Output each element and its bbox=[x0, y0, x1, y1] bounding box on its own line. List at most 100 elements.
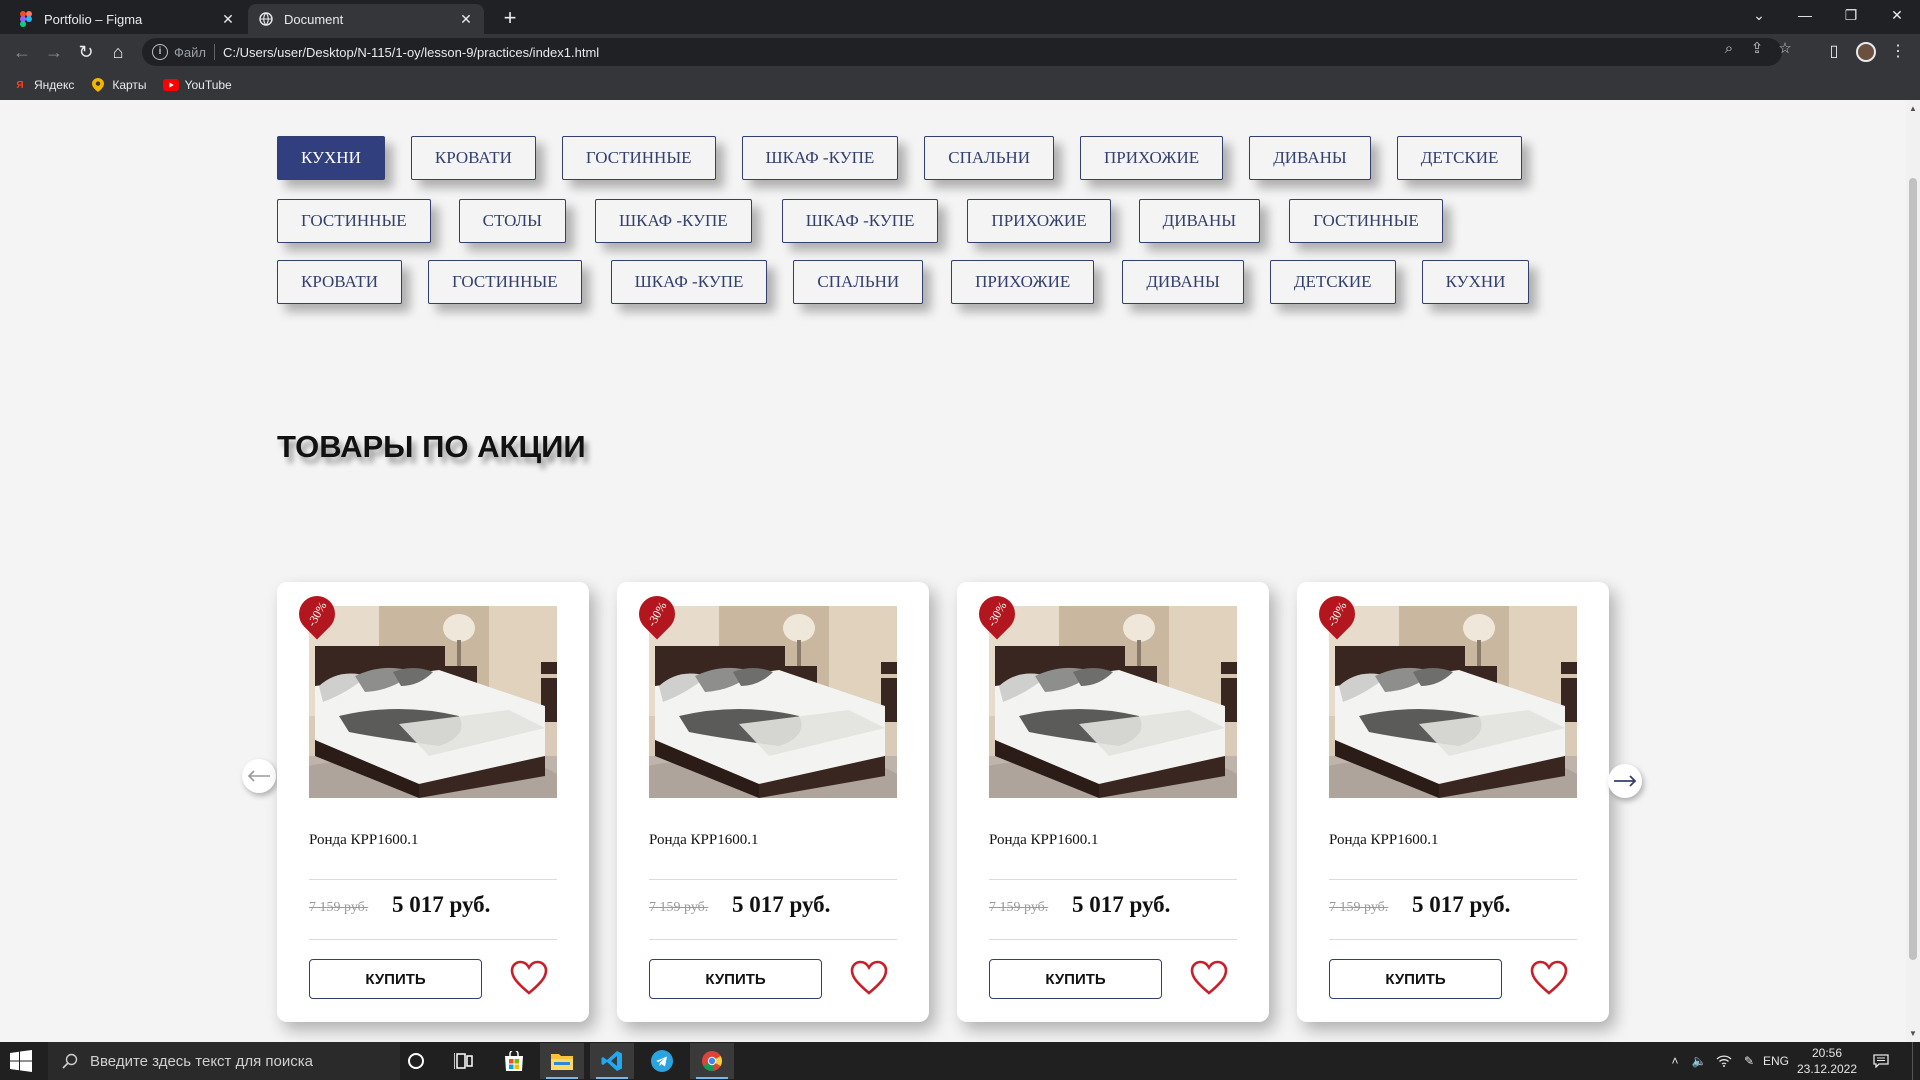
minimize-icon[interactable]: — bbox=[1782, 0, 1828, 30]
tab-document[interactable]: Document ✕ bbox=[248, 4, 484, 34]
restore-icon[interactable]: ❐ bbox=[1828, 0, 1874, 30]
product-image[interactable] bbox=[649, 606, 897, 798]
product-name[interactable]: Ронда КРР1600.1 bbox=[989, 832, 1098, 849]
taskbar-clock[interactable]: 20:56 23.12.2022 bbox=[1792, 1045, 1862, 1077]
section-title: ТОВАРЫ ПО АКЦИИ bbox=[277, 429, 586, 464]
category-button[interactable]: ШКАФ -КУПЕ bbox=[741, 136, 899, 180]
category-button[interactable]: КУХНИ bbox=[277, 136, 385, 180]
volume-icon[interactable]: 🔈 bbox=[1688, 1042, 1710, 1080]
close-tab-icon[interactable]: ✕ bbox=[220, 11, 236, 27]
network-icon[interactable] bbox=[1712, 1042, 1736, 1080]
scroll-down-icon[interactable]: ▼ bbox=[1909, 1029, 1917, 1038]
reload-icon[interactable]: ↻ bbox=[74, 40, 98, 64]
product-image[interactable] bbox=[989, 606, 1237, 798]
home-icon[interactable]: ⌂ bbox=[106, 40, 130, 64]
buy-button[interactable]: КУПИТЬ bbox=[1329, 959, 1502, 999]
forward-icon[interactable]: → bbox=[42, 40, 66, 64]
category-button[interactable]: СПАЛЬНИ bbox=[924, 136, 1055, 180]
old-price: 7 159 руб. bbox=[649, 900, 709, 915]
favorite-button[interactable] bbox=[1189, 960, 1229, 996]
category-row: КУХНИ КРОВАТИ ГОСТИННЫЕ ШКАФ -КУПЕ СПАЛЬНИ ПР… bbox=[277, 136, 1523, 180]
youtube-icon bbox=[162, 77, 179, 93]
category-button[interactable]: ГОСТИННЫЕ bbox=[561, 136, 716, 180]
new-tab-button[interactable]: + bbox=[497, 7, 523, 31]
chrome-icon[interactable] bbox=[690, 1043, 734, 1079]
carousel-next-button[interactable] bbox=[1608, 764, 1642, 798]
category-button[interactable]: ГОСТИННЫЕ bbox=[1289, 199, 1443, 243]
show-desktop-button[interactable] bbox=[1912, 1042, 1920, 1080]
file-explorer-icon[interactable] bbox=[540, 1043, 584, 1079]
task-view-icon[interactable] bbox=[442, 1043, 486, 1079]
url-text[interactable]: C:/Users/user/Desktop/N-115/1-oy/lesson-… bbox=[223, 45, 599, 60]
current-price: 5 017 руб. bbox=[732, 892, 831, 917]
carousel-prev-button[interactable] bbox=[242, 759, 276, 793]
product-card[interactable]: -30% Ронда КРР1600.1 7 159 руб. 5 017 ру… bbox=[277, 582, 589, 1022]
address-bar[interactable]: i Файл C:/Users/user/Desktop/N-115/1-oy/… bbox=[142, 38, 1782, 66]
favorite-button[interactable] bbox=[849, 960, 889, 996]
share-icon[interactable]: ⇪ bbox=[1748, 40, 1766, 58]
bookmark-yandex[interactable]: Я Яндекс bbox=[12, 77, 74, 93]
product-name[interactable]: Ронда КРР1600.1 bbox=[1329, 832, 1438, 849]
heart-icon[interactable] bbox=[509, 960, 549, 996]
side-panel-icon[interactable]: ▯ bbox=[1822, 40, 1846, 64]
windows-start-icon[interactable] bbox=[10, 1050, 32, 1072]
product-name[interactable]: Ронда КРР1600.1 bbox=[309, 832, 418, 849]
category-button[interactable]: ШКАФ -КУПЕ bbox=[781, 199, 939, 243]
buy-button[interactable]: КУПИТЬ bbox=[309, 959, 482, 999]
heart-icon[interactable] bbox=[849, 960, 889, 996]
buy-button[interactable]: КУПИТЬ bbox=[649, 959, 822, 999]
taskbar-search-box[interactable]: Введите здесь текст для поиска bbox=[48, 1042, 400, 1080]
store-icon[interactable] bbox=[492, 1043, 536, 1079]
category-button[interactable]: ДИВАНЫ bbox=[1138, 199, 1261, 243]
language-indicator[interactable]: ENG bbox=[1762, 1042, 1790, 1080]
product-card[interactable]: -30% Ронда КРР1600.1 7 159 руб. 5 017 ру… bbox=[617, 582, 929, 1022]
category-button[interactable]: ДЕТСКИЕ bbox=[1396, 136, 1523, 180]
product-card[interactable]: -30% Ронда КРР1600.1 7 159 руб. 5 017 ру… bbox=[957, 582, 1269, 1022]
category-button[interactable]: КУХНИ bbox=[1421, 260, 1530, 304]
cortana-icon[interactable] bbox=[394, 1043, 438, 1079]
buy-button[interactable]: КУПИТЬ bbox=[989, 959, 1162, 999]
category-button[interactable]: ДЕТСКИЕ bbox=[1269, 260, 1396, 304]
tab-portfolio-figma[interactable]: Portfolio – Figma ✕ bbox=[8, 4, 246, 34]
close-tab-icon[interactable]: ✕ bbox=[458, 11, 474, 27]
bookmark-youtube[interactable]: YouTube bbox=[162, 77, 232, 93]
category-button[interactable]: ГОСТИННЫЕ bbox=[428, 260, 582, 304]
back-icon[interactable]: ← bbox=[10, 40, 34, 64]
category-button[interactable]: ПРИХОЖИЕ bbox=[967, 199, 1111, 243]
tab-search-icon[interactable]: ⌄ bbox=[1736, 0, 1782, 30]
pen-workspace-icon[interactable]: ✎ bbox=[1738, 1042, 1760, 1080]
bookmark-maps[interactable]: Карты bbox=[90, 77, 147, 93]
product-image[interactable] bbox=[309, 606, 557, 798]
category-button[interactable]: ДИВАНЫ bbox=[1249, 136, 1371, 180]
category-button[interactable]: ДИВАНЫ bbox=[1122, 260, 1244, 304]
category-button[interactable]: ГОСТИННЫЕ bbox=[277, 199, 431, 243]
tray-overflow-icon[interactable]: ˄ bbox=[1666, 1042, 1684, 1080]
heart-icon[interactable] bbox=[1529, 960, 1569, 996]
category-button[interactable]: КРОВАТИ bbox=[410, 136, 536, 180]
vscode-icon[interactable] bbox=[590, 1043, 634, 1079]
product-card[interactable]: -30% Ронда КРР1600.1 7 159 руб. 5 017 ру… bbox=[1297, 582, 1609, 1022]
category-button[interactable]: КРОВАТИ bbox=[277, 260, 402, 304]
scrollbar-thumb[interactable] bbox=[1909, 178, 1917, 960]
favorite-button[interactable] bbox=[1529, 960, 1569, 996]
scroll-up-icon[interactable]: ▲ bbox=[1909, 104, 1917, 113]
bookmark-star-icon[interactable]: ☆ bbox=[1776, 40, 1794, 58]
heart-icon[interactable] bbox=[1189, 960, 1229, 996]
site-info-icon[interactable]: i bbox=[152, 44, 168, 60]
close-window-icon[interactable]: ✕ bbox=[1874, 0, 1920, 30]
category-button[interactable]: ПРИХОЖИЕ bbox=[1080, 136, 1224, 180]
favorite-button[interactable] bbox=[509, 960, 549, 996]
category-button[interactable]: ШКАФ -КУПЕ bbox=[610, 260, 768, 304]
category-button[interactable]: СПАЛЬНИ bbox=[793, 260, 924, 304]
category-button[interactable]: ШКАФ -КУПЕ bbox=[594, 199, 752, 243]
zoom-icon[interactable]: ⌕ bbox=[1720, 40, 1738, 58]
category-button[interactable]: ПРИХОЖИЕ bbox=[951, 260, 1095, 304]
page-scrollbar[interactable]: ▲ ▼ bbox=[1906, 100, 1920, 1042]
product-image[interactable] bbox=[1329, 606, 1577, 798]
product-name[interactable]: Ронда КРР1600.1 bbox=[649, 832, 758, 849]
notifications-icon[interactable] bbox=[1866, 1042, 1896, 1080]
telegram-icon[interactable] bbox=[640, 1043, 684, 1079]
category-button[interactable]: СТОЛЫ bbox=[458, 199, 566, 243]
avatar[interactable] bbox=[1856, 42, 1876, 62]
menu-dots-icon[interactable]: ⋮ bbox=[1886, 40, 1910, 64]
